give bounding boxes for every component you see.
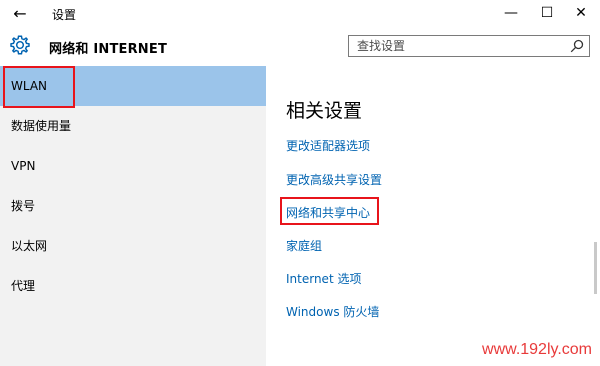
sidebar-item-vpn[interactable]: VPN bbox=[0, 146, 266, 186]
sidebar-item-label: VPN bbox=[11, 159, 36, 173]
link-windows-firewall[interactable]: Windows 防火墙 bbox=[286, 303, 379, 320]
sidebar-item-data-usage[interactable]: 数据使用量 bbox=[0, 106, 266, 146]
back-button[interactable]: ← bbox=[10, 4, 30, 24]
search-box[interactable] bbox=[348, 35, 590, 57]
window-title: 设置 bbox=[52, 8, 77, 22]
gear-icon bbox=[10, 35, 30, 55]
main-content: 相关设置 更改适配器选项 更改高级共享设置 网络和共享中心 家庭组 Intern… bbox=[266, 66, 600, 366]
sidebar-item-dial-up[interactable]: 拨号 bbox=[0, 186, 266, 226]
watermark: www.192ly.com bbox=[482, 341, 592, 358]
sidebar: WLAN 数据使用量 VPN 拨号 以太网 代理 bbox=[0, 66, 266, 366]
sidebar-item-label: 拨号 bbox=[11, 199, 36, 213]
page-title: 网络和 INTERNET bbox=[49, 42, 168, 57]
sidebar-item-label: 数据使用量 bbox=[11, 119, 72, 133]
maximize-button[interactable]: ☐ bbox=[533, 2, 561, 24]
link-advanced-sharing-settings[interactable]: 更改高级共享设置 bbox=[286, 171, 382, 188]
sidebar-item-label: 以太网 bbox=[11, 239, 48, 253]
highlight-box-wlan bbox=[3, 66, 75, 108]
link-homegroup[interactable]: 家庭组 bbox=[286, 237, 322, 254]
related-settings-heading: 相关设置 bbox=[286, 100, 363, 122]
minimize-button[interactable]: — bbox=[497, 2, 525, 24]
scrollbar[interactable] bbox=[594, 242, 597, 294]
highlight-box-sharing-center bbox=[280, 197, 379, 225]
sidebar-item-ethernet[interactable]: 以太网 bbox=[0, 226, 266, 266]
close-button[interactable]: ✕ bbox=[567, 2, 595, 24]
page-header: 网络和 INTERNET bbox=[0, 28, 600, 66]
link-internet-options[interactable]: Internet 选项 bbox=[286, 270, 361, 287]
search-input[interactable] bbox=[357, 36, 567, 56]
sidebar-item-proxy[interactable]: 代理 bbox=[0, 266, 266, 306]
title-bar: ← 设置 — ☐ ✕ bbox=[0, 0, 600, 28]
sidebar-item-label: 代理 bbox=[11, 279, 36, 293]
search-icon[interactable] bbox=[570, 39, 584, 53]
link-change-adapter-options[interactable]: 更改适配器选项 bbox=[286, 137, 370, 154]
